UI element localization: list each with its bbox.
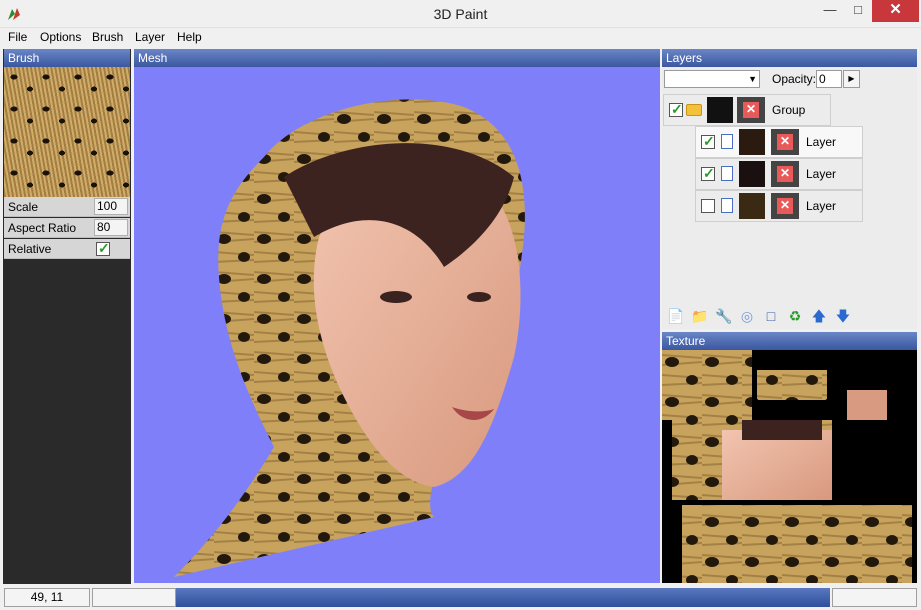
recycle-icon[interactable]: ♻ [787,308,803,324]
layer-mask-box[interactable]: ✕ [771,129,799,155]
chevron-down-icon: ▼ [748,74,757,84]
layer-name: Layer [806,167,837,181]
menu-help[interactable]: Help [177,30,202,44]
layer-visibility-checkbox[interactable] [701,199,715,213]
scale-input[interactable]: 100 [94,198,128,215]
relative-row: Relative [4,239,130,259]
layer-row[interactable]: ✕ Layer [695,190,863,222]
rect-select-icon[interactable]: □ [763,308,779,324]
status-bar: 49, 11 [0,585,921,610]
aspect-ratio-label: Aspect Ratio [8,221,77,235]
delete-icon: ✕ [777,198,793,214]
aspect-ratio-row: Aspect Ratio 80 [4,218,130,238]
scale-label: Scale [8,200,39,214]
wrench-icon[interactable]: 🔧 [715,308,732,324]
delete-icon: ✕ [743,102,759,118]
move-up-icon[interactable]: 🡅 [811,308,827,324]
layer-thumbnail [739,193,765,219]
maximize-button[interactable]: □ [845,0,871,22]
mesh-panel-header: Mesh [134,49,660,67]
scale-row: Scale 100 [4,197,130,217]
document-icon [721,134,733,149]
layer-thumbnail [739,129,765,155]
menu-layer[interactable]: Layer [135,30,165,44]
aspect-ratio-input[interactable]: 80 [94,219,128,236]
menu-brush[interactable]: Brush [92,30,123,44]
move-down-icon[interactable]: 🡇 [835,308,851,324]
group-name: Group [772,103,806,117]
close-button[interactable]: ✕ [872,0,919,22]
head-mesh [174,99,525,577]
layer-name: Layer [806,199,837,213]
layer-row[interactable]: ✕ Layer [695,126,863,158]
opacity-input[interactable]: 0 [816,70,842,88]
opacity-slider-button[interactable]: ▶ [843,70,860,88]
document-icon [721,166,733,181]
menu-file[interactable]: File [8,30,27,44]
status-field [92,588,176,607]
brush-panel-header: Brush [4,49,130,67]
brush-texture-preview[interactable] [4,67,130,197]
title-bar: 3D Paint — □ ✕ [0,0,921,28]
delete-icon: ✕ [777,166,793,182]
window-title: 3D Paint [433,6,488,22]
texture-viewport[interactable] [662,350,917,583]
uv-texture-map [662,350,912,583]
relative-checkbox[interactable] [96,240,110,257]
delete-icon: ✕ [777,134,793,150]
cursor-coordinates: 49, 11 [4,588,90,607]
group-mask-box[interactable]: ✕ [737,97,765,123]
group-visibility-checkbox[interactable] [669,101,683,118]
texture-panel-header: Texture [662,332,917,350]
group-thumbnail [707,97,733,123]
blend-mode-select[interactable]: ▼ [664,70,760,88]
layer-row[interactable]: ✕ Layer [695,158,863,190]
new-layer-icon[interactable]: 📄 [667,308,684,324]
menu-options[interactable]: Options [40,30,81,44]
layer-mask-box[interactable]: ✕ [771,161,799,187]
layer-thumbnail [739,161,765,187]
mesh-viewport[interactable] [134,67,660,583]
progress-bar [176,588,830,607]
relative-label: Relative [8,242,52,256]
menu-bar: File Options Brush Layer Help [0,28,921,46]
layer-name: Layer [806,135,837,149]
opacity-label: Opacity: [772,72,817,86]
status-field-right [832,588,917,607]
layer-mask-box[interactable]: ✕ [771,193,799,219]
layers-toolbar: 📄 📁 🔧 ◎ □ ♻ 🡅 🡇 [662,304,917,328]
document-icon [721,198,733,213]
open-folder-icon[interactable]: 📁 [691,308,708,324]
layer-group-row[interactable]: ✕ Group [663,94,831,126]
folder-icon [686,104,702,116]
layers-panel-header: Layers [662,49,917,67]
minimize-button[interactable]: — [817,0,843,22]
layer-visibility-checkbox[interactable] [701,165,715,182]
layer-visibility-checkbox[interactable] [701,133,715,150]
circle-select-icon[interactable]: ◎ [739,308,755,324]
